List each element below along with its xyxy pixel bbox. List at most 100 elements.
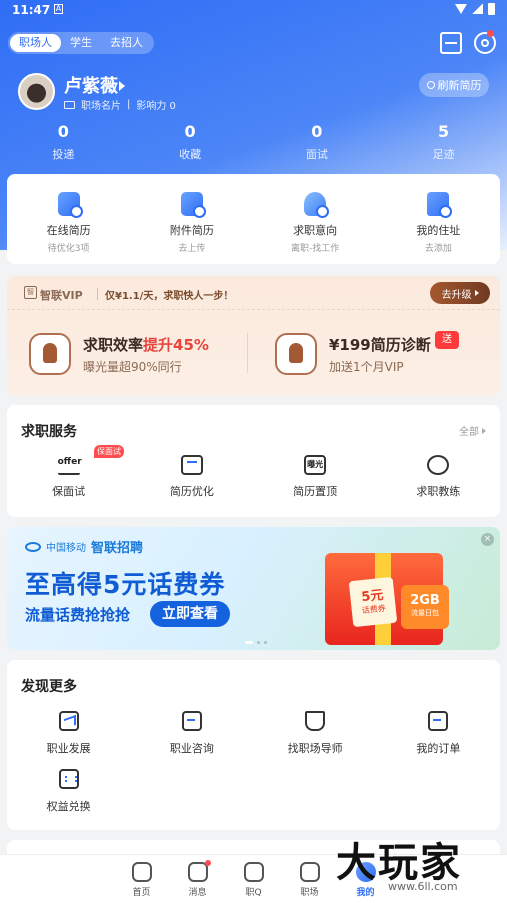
discover-my-orders[interactable]: 我的订单 bbox=[377, 711, 500, 756]
vip-feature-title-prefix: 求职效率 bbox=[83, 336, 144, 354]
refresh-icon bbox=[426, 81, 435, 89]
stat-label: 收藏 bbox=[179, 148, 202, 161]
discover-row-2: 权益兑换 bbox=[7, 769, 500, 814]
offer-icon: offer bbox=[57, 455, 82, 475]
chat-bubble-icon bbox=[243, 862, 264, 882]
role-tab-student[interactable]: 学生 bbox=[61, 34, 101, 52]
vip-feature-divider bbox=[247, 333, 248, 373]
vip-feature-highlight: 提升45% bbox=[143, 336, 209, 354]
discover-more-card: 发现更多 职业发展 职业咨询 找职场导师 我的订单 权益兑换 bbox=[7, 660, 500, 830]
location-icon bbox=[427, 192, 453, 218]
tab-label: 职Q bbox=[245, 888, 262, 898]
banner-brand-name: 智联招聘 bbox=[91, 541, 144, 556]
carousel-dot bbox=[257, 641, 260, 644]
view-all-label: 全部 bbox=[459, 427, 479, 438]
discover-label: 我的订单 bbox=[416, 742, 461, 755]
discover-label: 找职场导师 bbox=[287, 742, 343, 755]
quick-sub: 待优化3项 bbox=[47, 244, 90, 254]
discover-row-1: 职业发展 职业咨询 找职场导师 我的订单 bbox=[7, 711, 500, 756]
tab-messages[interactable]: 消息 bbox=[180, 855, 216, 903]
stat-value: 5 bbox=[438, 122, 450, 141]
close-icon[interactable]: × bbox=[481, 533, 494, 546]
mentor-cap-icon bbox=[305, 711, 326, 731]
vip-upgrade-label: 去升级 bbox=[441, 289, 472, 301]
quick-my-address[interactable]: 我的住址 去添加 bbox=[377, 174, 500, 264]
service-interview-guarantee[interactable]: offer 保面试 保面试 bbox=[7, 445, 130, 499]
promo-banner[interactable]: 中国移动 智联招聘 至高得5元话费券 流量话费抢抢抢 立即查看 5元 话费券 2… bbox=[7, 527, 500, 650]
refresh-resume-button[interactable]: 刷新简历 bbox=[419, 73, 489, 97]
user-name[interactable]: 卢紫薇 bbox=[64, 72, 118, 98]
discover-label: 职业咨询 bbox=[169, 742, 214, 755]
view-all-link[interactable]: 全部 bbox=[459, 423, 486, 438]
quick-job-intention[interactable]: 求职意向 离职-找工作 bbox=[254, 174, 377, 264]
attachment-icon bbox=[180, 192, 206, 218]
quick-actions-card: 在线简历 待优化3项 附件简历 去上传 求职意向 离职-找工作 我的住址 去添加 bbox=[7, 174, 500, 264]
consult-icon bbox=[181, 711, 202, 731]
stat-favorites[interactable]: 0 收藏 bbox=[127, 122, 254, 162]
stat-interviews[interactable]: 0 面试 bbox=[254, 122, 381, 162]
tab-workplace[interactable]: 职场 bbox=[292, 855, 328, 903]
stat-label: 面试 bbox=[305, 148, 328, 161]
service-resume-top[interactable]: 曝光 简历置顶 bbox=[254, 455, 377, 499]
role-tab-professional[interactable]: 职场人 bbox=[10, 34, 61, 52]
job-services-card: 求职服务 全部 offer 保面试 保面试 简历优化 曝光 简历置顶 求职教练 bbox=[7, 405, 500, 517]
role-tab-recruit[interactable]: 去招人 bbox=[101, 34, 152, 52]
stat-value: 0 bbox=[57, 122, 69, 141]
rights-icon bbox=[58, 769, 79, 789]
battery-icon bbox=[488, 3, 495, 15]
quick-sub: 去添加 bbox=[424, 244, 452, 254]
vip-feature-title: 求职效率提升45% bbox=[83, 334, 209, 355]
service-resume-optimize[interactable]: 简历优化 bbox=[130, 455, 253, 499]
refresh-resume-label: 刷新简历 bbox=[437, 79, 482, 92]
vip-card[interactable]: 智 智联VIP 仅¥1.1/天，求职快人一步！ 去升级 求职效率提升45% 曝光… bbox=[7, 276, 500, 396]
discover-find-mentor[interactable]: 找职场导师 bbox=[254, 711, 377, 756]
quick-sub: 去上传 bbox=[178, 244, 206, 254]
services-row: offer 保面试 保面试 简历优化 曝光 简历置顶 求职教练 bbox=[7, 445, 500, 499]
service-label: 求职教练 bbox=[416, 485, 461, 498]
vip-feature-efficiency[interactable]: 求职效率提升45% 曝光量超90%同行 bbox=[29, 331, 239, 377]
clipboard-icon bbox=[275, 333, 317, 375]
stats-row: 0 投递 0 收藏 0 面试 5 足迹 bbox=[0, 122, 507, 162]
status-time: 11:47 bbox=[12, 3, 51, 17]
settings-notification-dot bbox=[487, 30, 494, 37]
coach-icon bbox=[427, 455, 450, 475]
business-card-label[interactable]: 职场名片 bbox=[81, 97, 121, 112]
quick-attachment-resume[interactable]: 附件简历 去上传 bbox=[130, 174, 253, 264]
discover-label: 权益兑换 bbox=[46, 800, 91, 813]
tab-zhiq[interactable]: 职Q bbox=[236, 855, 272, 903]
service-label: 简历优化 bbox=[169, 485, 214, 498]
vip-logo-icon: 智 bbox=[24, 286, 37, 299]
user-meta: 职场名片 | 影响力 0 bbox=[64, 97, 176, 112]
message-icon bbox=[187, 862, 208, 882]
quick-online-resume[interactable]: 在线简历 待优化3项 bbox=[7, 174, 130, 264]
vip-feature-sub: 加送1个月VIP bbox=[329, 360, 404, 374]
vip-feature-sub: 曝光量超90%同行 bbox=[83, 360, 182, 374]
data-pack-label: 流量日包 bbox=[411, 609, 439, 617]
stat-applied[interactable]: 0 投递 bbox=[0, 122, 127, 162]
carousel-indicator bbox=[245, 641, 267, 644]
banner-subtitle: 流量话费抢抢抢 bbox=[25, 606, 131, 624]
tab-home[interactable]: 首页 bbox=[124, 855, 160, 903]
service-career-coach[interactable]: 求职教练 bbox=[377, 455, 500, 499]
discover-career-growth[interactable]: 职业发展 bbox=[7, 711, 130, 756]
discover-career-consult[interactable]: 职业咨询 bbox=[130, 711, 253, 756]
banner-brand: 中国移动 智联招聘 bbox=[25, 537, 143, 556]
scan-icon[interactable] bbox=[440, 32, 462, 54]
status-bar: 11:47 A bbox=[0, 0, 507, 22]
coupon-label: 话费券 bbox=[361, 603, 387, 616]
quick-sub: 离职-找工作 bbox=[291, 244, 340, 254]
influence-label[interactable]: 影响力 0 bbox=[136, 97, 176, 112]
discover-rights-exchange[interactable]: 权益兑换 bbox=[7, 769, 130, 814]
vip-upgrade-button[interactable]: 去升级 bbox=[430, 282, 490, 304]
quick-label: 在线简历 bbox=[46, 224, 91, 237]
home-icon bbox=[131, 862, 152, 882]
banner-cta-button[interactable]: 立即查看 bbox=[150, 601, 230, 627]
meta-divider: | bbox=[127, 99, 131, 110]
data-pack-value: 2GB bbox=[410, 593, 440, 608]
growth-icon bbox=[58, 711, 79, 731]
banner-title: 至高得5元话费券 bbox=[25, 570, 226, 599]
stat-footprints[interactable]: 5 足迹 bbox=[380, 122, 507, 162]
business-card-icon bbox=[64, 100, 75, 109]
vip-header: 智 智联VIP 仅¥1.1/天，求职快人一步！ 去升级 bbox=[7, 276, 500, 310]
avatar[interactable] bbox=[18, 73, 55, 110]
